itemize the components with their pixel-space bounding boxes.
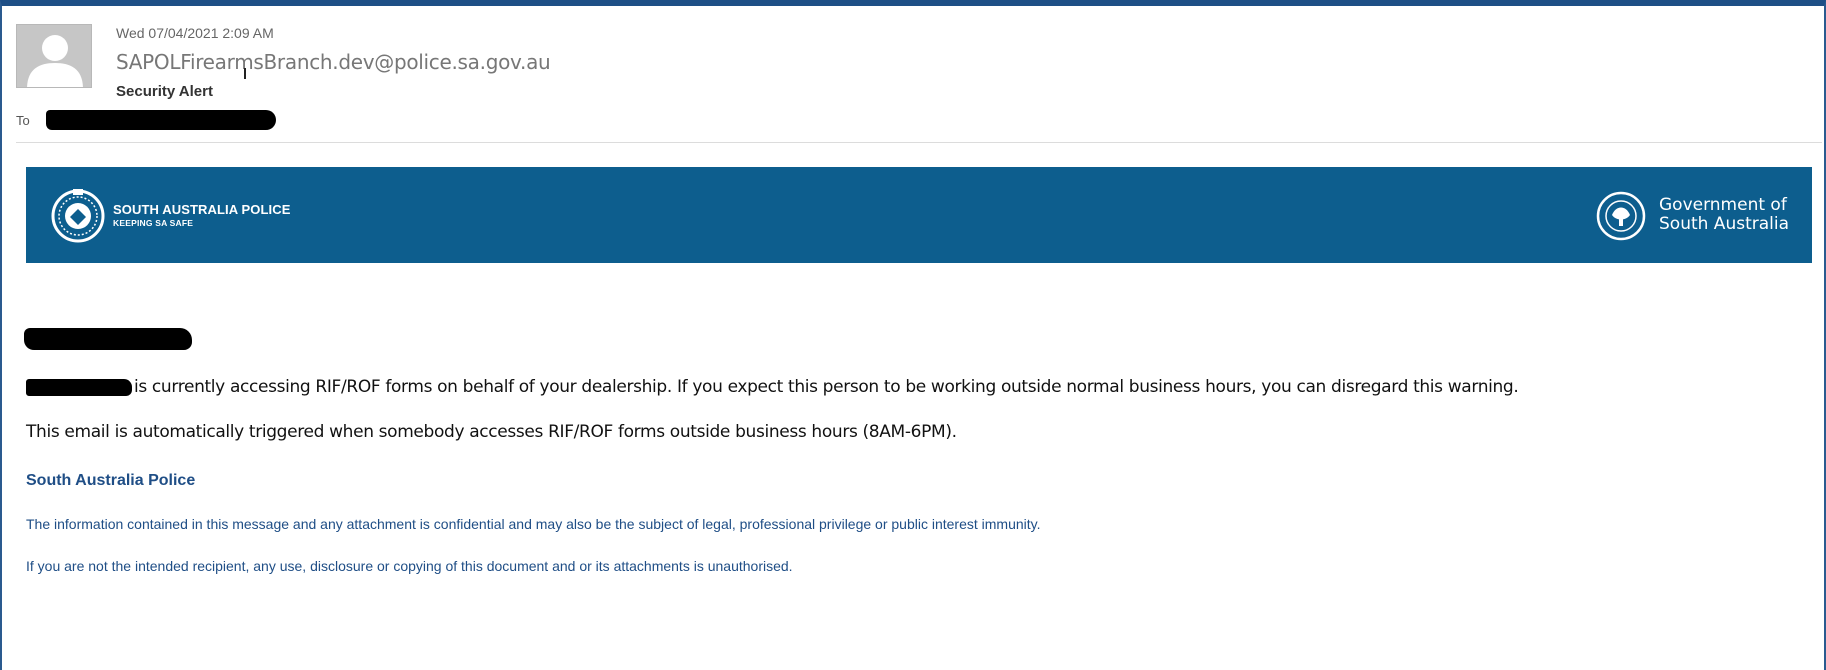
agency-tagline: KEEPING SA SAFE bbox=[113, 218, 194, 228]
email-subject: Security Alert bbox=[116, 83, 213, 100]
government-name-line1: Government of bbox=[1659, 195, 1787, 215]
agency-name: SOUTH AUSTRALIA POLICE bbox=[113, 202, 291, 217]
text-cursor bbox=[244, 68, 246, 79]
sapol-banner: SOUTH AUSTRALIA POLICE KEEPING SA SAFE G… bbox=[26, 167, 1812, 263]
redacted-person-name bbox=[26, 379, 132, 396]
email-date: Wed 07/04/2021 2:09 AM bbox=[116, 25, 274, 41]
redacted-greeting bbox=[24, 328, 192, 350]
header-divider bbox=[16, 142, 1822, 143]
police-badge-icon bbox=[51, 189, 105, 243]
email-reading-pane: Wed 07/04/2021 2:09 AM SAPOLFirearmsBran… bbox=[0, 0, 1826, 670]
to-label: To bbox=[16, 113, 30, 128]
government-name-line2: South Australia bbox=[1659, 214, 1790, 234]
sender-address[interactable]: SAPOLFirearmsBranch.dev@police.sa.gov.au bbox=[116, 50, 551, 74]
redacted-recipient bbox=[46, 110, 276, 130]
signature-title: South Australia Police bbox=[26, 472, 196, 489]
disclaimer-line-1: The information contained in this messag… bbox=[26, 516, 1041, 532]
government-name: Government of South Australia bbox=[1659, 196, 1789, 234]
state-badge-icon bbox=[1596, 191, 1646, 241]
body-line-1: is currently accessing RIF/ROF forms on … bbox=[134, 377, 1519, 397]
body-line-2: This email is automatically triggered wh… bbox=[26, 422, 957, 442]
disclaimer-line-2: If you are not the intended recipient, a… bbox=[26, 558, 793, 574]
sender-avatar-icon[interactable] bbox=[16, 24, 92, 88]
